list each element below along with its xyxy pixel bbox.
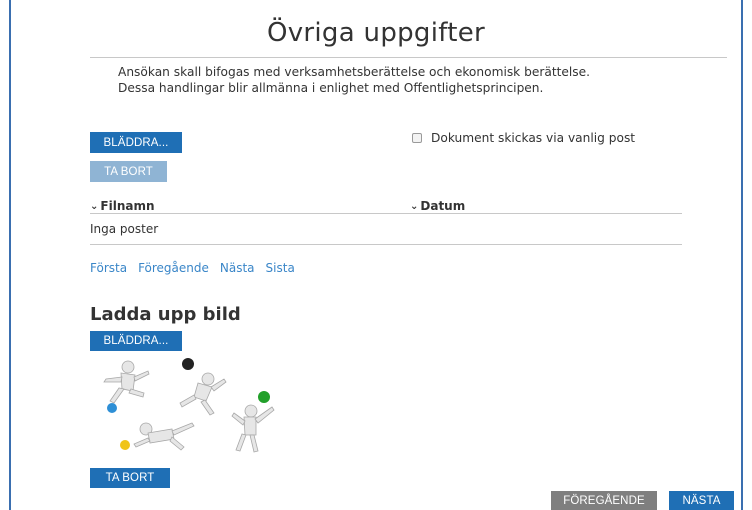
- figure-jumping-icon: [231, 404, 275, 453]
- figure-reaching-icon: [179, 372, 227, 416]
- column-header-filename[interactable]: ⌄ Filnamn: [90, 199, 155, 213]
- pager-last-link[interactable]: Sista: [266, 261, 295, 275]
- black-ball-icon: [182, 358, 194, 370]
- description: Ansökan skall bifogas med verksamhetsber…: [118, 64, 590, 96]
- column-header-filename-label: Filnamn: [100, 199, 155, 213]
- browse-image-button[interactable]: BLÄDDRA...: [90, 331, 182, 351]
- post-checkbox[interactable]: [412, 133, 422, 143]
- image-upload-title: Ladda upp bild: [90, 304, 241, 325]
- post-checkbox-row[interactable]: Dokument skickas via vanlig post: [412, 131, 635, 145]
- green-ball-icon: [258, 391, 270, 403]
- description-line-2: Dessa handlingar blir allmänna i enlighe…: [118, 81, 544, 95]
- page-title: Övriga uppgifter: [266, 18, 486, 48]
- next-button[interactable]: NÄSTA: [669, 491, 734, 510]
- blue-ball-icon: [107, 403, 117, 413]
- pager-previous-link[interactable]: Föregående: [138, 261, 209, 275]
- pager-first-link[interactable]: Första: [90, 261, 127, 275]
- sports-figures-image: [103, 358, 275, 453]
- column-header-date[interactable]: ⌄ Datum: [410, 199, 465, 213]
- post-checkbox-label[interactable]: Dokument skickas via vanlig post: [431, 131, 635, 145]
- browse-documents-button[interactable]: BLÄDDRA...: [90, 132, 182, 153]
- figure-diving-icon: [133, 422, 195, 451]
- chevron-down-icon: ⌄: [90, 200, 99, 212]
- table-bottom-divider: [90, 244, 682, 245]
- title-divider: [90, 57, 727, 58]
- pager-next-link[interactable]: Nästa: [220, 261, 255, 275]
- remove-document-button[interactable]: TA BORT: [90, 161, 167, 182]
- chevron-down-icon: ⌄: [410, 200, 419, 212]
- description-line-1: Ansökan skall bifogas med verksamhetsber…: [118, 65, 590, 79]
- yellow-ball-icon: [120, 440, 130, 450]
- empty-table-message: Inga poster: [90, 222, 159, 236]
- previous-button[interactable]: FÖREGÅENDE: [551, 491, 657, 510]
- remove-image-button[interactable]: TA BORT: [90, 468, 170, 488]
- pagination: Första Föregående Nästa Sista: [90, 261, 295, 275]
- column-header-date-label: Datum: [420, 199, 466, 213]
- table-header-divider: [90, 213, 682, 214]
- figure-kicking-icon: [103, 360, 150, 404]
